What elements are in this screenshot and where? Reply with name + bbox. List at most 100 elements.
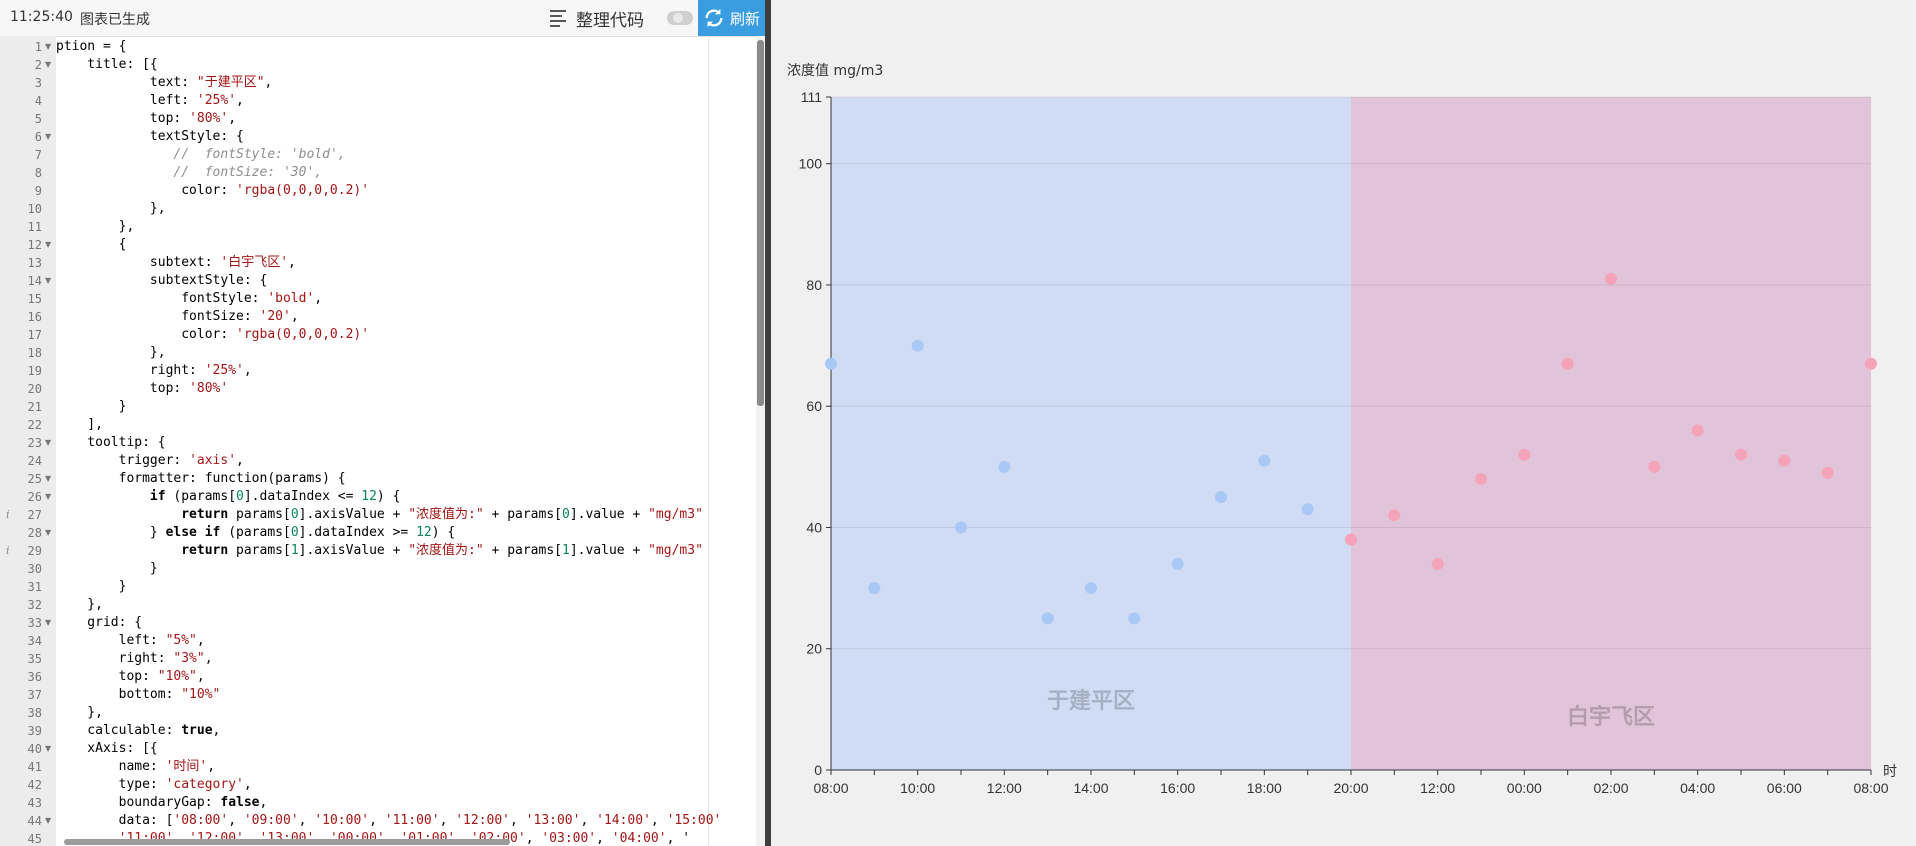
code-token: , bbox=[212, 723, 221, 738]
line-number: 38 bbox=[27, 706, 42, 720]
code-token: 'axis' bbox=[189, 453, 237, 468]
fold-arrow-icon[interactable]: ▼ bbox=[45, 438, 51, 447]
code-token: }, bbox=[56, 597, 103, 612]
code-token: , bbox=[236, 93, 244, 108]
code-token: xAxis: [{ bbox=[56, 741, 158, 756]
code-token: 0 bbox=[562, 507, 570, 522]
fold-arrow-icon[interactable]: ▼ bbox=[45, 240, 51, 249]
code-token: if bbox=[149, 489, 166, 504]
code-token: '80%' bbox=[189, 381, 229, 396]
code-token: "浓度值为:" bbox=[408, 543, 484, 558]
data-point bbox=[1388, 509, 1401, 522]
fold-arrow-icon[interactable]: ▼ bbox=[45, 42, 51, 51]
code-line: color: 'rgba(0,0,0,0.2)' bbox=[56, 326, 369, 344]
code-token: else if bbox=[165, 525, 221, 540]
data-point bbox=[1561, 357, 1574, 370]
code-line: // fontSize: '30', bbox=[56, 164, 322, 182]
line-number: 15 bbox=[27, 292, 42, 306]
code-line: }, bbox=[56, 344, 166, 362]
code-line: if (params[0].dataIndex <= 12) { bbox=[56, 488, 400, 506]
code-line: }, bbox=[56, 596, 103, 614]
y-tick-label: 60 bbox=[806, 398, 822, 414]
code-line: name: '时间', bbox=[56, 758, 215, 776]
scatter-chart: 0 20 40 60 80 100 111 08:00 10:00 12:00 14:00 16:00… bbox=[787, 63, 1897, 796]
code-token: color: bbox=[56, 183, 237, 198]
fold-arrow-icon[interactable]: ▼ bbox=[45, 276, 51, 285]
code-token: }, bbox=[56, 201, 166, 216]
data-point bbox=[1215, 491, 1227, 504]
data-point bbox=[1821, 466, 1834, 479]
code-token: 'bold' bbox=[267, 291, 315, 306]
x-tick-label: 08:00 bbox=[813, 780, 848, 796]
code-token: "10%" bbox=[181, 687, 221, 702]
y-axis-title: 浓度值 mg/m3 bbox=[787, 63, 883, 79]
fold-arrow-icon[interactable]: ▼ bbox=[45, 132, 51, 141]
horizontal-scrollbar-thumb[interactable] bbox=[64, 839, 510, 845]
code-token: '25%' bbox=[196, 93, 237, 108]
line-number: 45 bbox=[27, 832, 42, 846]
fold-arrow-icon[interactable]: ▼ bbox=[45, 528, 51, 537]
format-code-button[interactable]: 整理代码 bbox=[550, 6, 644, 31]
info-marker-icon[interactable]: i bbox=[6, 544, 10, 557]
fold-arrow-icon[interactable]: ▼ bbox=[45, 474, 51, 483]
line-number: 30 bbox=[27, 562, 42, 576]
auto-run-toggle[interactable] bbox=[667, 11, 693, 25]
code-token: true bbox=[181, 723, 213, 738]
info-marker-icon[interactable]: i bbox=[6, 508, 10, 521]
x-tick-label: 12:00 bbox=[1420, 780, 1455, 796]
code-line: left: '25%', bbox=[56, 92, 244, 110]
vertical-scrollbar-thumb[interactable] bbox=[757, 40, 764, 406]
code-area[interactable]: ption = { title: [{ text: "于建平区", left: … bbox=[56, 36, 756, 846]
line-number: 4 bbox=[34, 94, 42, 108]
code-token: , bbox=[596, 831, 612, 846]
line-number: 10 bbox=[27, 202, 42, 216]
fold-arrow-icon[interactable]: ▼ bbox=[45, 60, 51, 69]
code-token: 'rgba(0,0,0,0.2)' bbox=[236, 327, 370, 342]
code-line: } else if (params[0].dataIndex >= 12) { bbox=[56, 524, 455, 542]
data-point bbox=[1691, 424, 1704, 437]
fold-arrow-icon[interactable]: ▼ bbox=[45, 618, 51, 627]
refresh-button[interactable]: 刷新 bbox=[698, 0, 765, 36]
code-token: "10%" bbox=[157, 669, 197, 684]
code-token: "浓度值为:" bbox=[408, 507, 484, 522]
code-token: '时间' bbox=[165, 759, 208, 774]
fold-arrow-icon[interactable]: ▼ bbox=[45, 492, 51, 501]
code-line: type: 'category', bbox=[56, 776, 252, 794]
code-token: "3%" bbox=[173, 651, 205, 666]
code-token: '25%' bbox=[204, 363, 244, 378]
status-message: 图表已生成 bbox=[80, 12, 150, 28]
code-token: subtext: bbox=[56, 255, 221, 270]
data-point bbox=[1865, 357, 1877, 370]
code-token: 'category' bbox=[165, 777, 244, 792]
code-line: } bbox=[56, 578, 127, 596]
code-token: trigger: bbox=[56, 453, 190, 468]
data-point bbox=[1778, 454, 1791, 467]
fold-arrow-icon[interactable]: ▼ bbox=[45, 816, 51, 825]
code-line: left: "5%", bbox=[56, 632, 205, 650]
code-token: }, bbox=[56, 705, 103, 720]
line-number: 18 bbox=[27, 346, 42, 360]
fold-arrow-icon[interactable]: ▼ bbox=[45, 744, 51, 753]
line-number: 1 bbox=[34, 40, 42, 54]
line-number: 37 bbox=[27, 688, 42, 702]
region-band bbox=[1351, 97, 1871, 770]
data-point bbox=[1345, 533, 1357, 546]
data-point bbox=[955, 521, 967, 534]
code-token: , bbox=[525, 831, 542, 846]
code-token: 0 bbox=[236, 489, 244, 504]
code-token: '白宇飞区' bbox=[220, 255, 289, 270]
code-token: fontSize: bbox=[56, 309, 260, 324]
line-number: 6 bbox=[34, 130, 42, 144]
code-line: right: '25%', bbox=[56, 362, 252, 380]
code-line: grid: { bbox=[56, 614, 142, 632]
code-line: top: "10%", bbox=[56, 668, 205, 686]
line-number: 35 bbox=[27, 652, 42, 666]
data-point bbox=[1605, 272, 1617, 285]
code-token: color: bbox=[56, 327, 237, 342]
code-token: , bbox=[228, 111, 237, 126]
line-number: 25 bbox=[27, 472, 42, 486]
data-point bbox=[911, 339, 924, 352]
data-point bbox=[1085, 582, 1097, 595]
code-token: ].value + bbox=[569, 507, 649, 522]
